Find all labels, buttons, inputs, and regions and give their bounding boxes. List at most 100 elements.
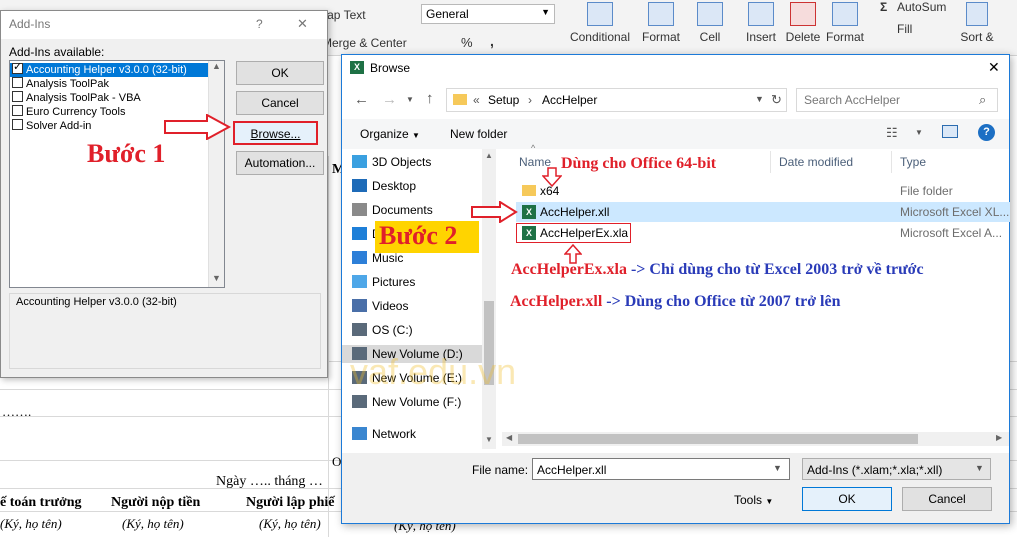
tree-item[interactable]: Documents xyxy=(352,201,433,219)
sort-filter-icon xyxy=(966,2,988,26)
step1-label: Bước 1 xyxy=(87,139,166,168)
tree-item[interactable]: 3D Objects xyxy=(352,153,431,171)
chevron-down-icon[interactable]: ▼ xyxy=(975,463,984,473)
comma-button[interactable]: , xyxy=(490,33,494,49)
help-icon[interactable]: ? xyxy=(256,17,263,31)
delete-button[interactable]: Delete xyxy=(783,2,823,44)
tree-item-label: New Volume (F:) xyxy=(372,395,462,409)
checkbox[interactable] xyxy=(12,60,23,74)
sort-filter-button[interactable]: Sort & xyxy=(960,2,994,44)
conditional-formatting-button[interactable]: Conditional xyxy=(565,2,635,44)
browse-cancel-button[interactable]: Cancel xyxy=(902,487,992,511)
file-row-x64[interactable]: x64 File folder xyxy=(516,181,1010,201)
cell-styles-label: Cell xyxy=(699,30,721,44)
new-folder-button[interactable]: New folder xyxy=(450,127,507,141)
excel-addin-icon: X xyxy=(522,205,536,219)
videos-icon xyxy=(352,299,367,312)
tree-item-label: Pictures xyxy=(372,275,416,289)
file-name: AccHelperEx.xla xyxy=(540,226,629,240)
help-icon[interactable]: ? xyxy=(978,124,995,141)
address-bar[interactable]: « Setup › AccHelper ▼ ↻ xyxy=(446,88,787,112)
conditional-formatting-icon xyxy=(587,2,613,26)
chevron-down-icon[interactable]: ▼ xyxy=(755,94,764,104)
scroll-down-icon[interactable]: ▼ xyxy=(485,435,493,444)
scroll-left-icon[interactable]: ◀ xyxy=(506,433,512,442)
format-button[interactable]: Format xyxy=(824,2,866,44)
insert-button[interactable]: Insert xyxy=(740,2,782,44)
breadcrumb-overflow[interactable]: « xyxy=(473,93,480,107)
browse-dialog: X Browse ✕ ← → ▼ ↑ « Setup › AccHelper ▼… xyxy=(341,54,1010,524)
organize-button[interactable]: Organize ▼ xyxy=(360,127,420,141)
tree-item[interactable]: Videos xyxy=(352,297,408,315)
browse-ok-button[interactable]: OK xyxy=(802,487,892,511)
forward-arrow-icon[interactable]: → xyxy=(382,91,397,108)
tree-item[interactable]: Network xyxy=(352,425,416,443)
fill-button[interactable]: Fill xyxy=(897,22,912,36)
addin-list-item[interactable]: Analysis ToolPak xyxy=(10,77,224,91)
scroll-up-icon[interactable]: ▲ xyxy=(212,61,221,71)
chevron-down-icon[interactable]: ▼ xyxy=(773,463,782,473)
checkbox[interactable] xyxy=(12,119,23,130)
tree-item[interactable]: Desktop xyxy=(352,177,416,195)
cell-styles-button[interactable]: Cell xyxy=(690,2,730,44)
addins-automation-button[interactable]: Automation... xyxy=(236,151,324,175)
file-type: Microsoft Excel XL... xyxy=(900,205,1010,219)
file-list-scrollbar[interactable]: ◀ ▶ xyxy=(502,432,1009,446)
file-row-acchelper-xll[interactable]: X AccHelper.xll Microsoft Excel XL... xyxy=(516,202,1010,222)
tools-button[interactable]: Tools ▼ xyxy=(734,493,773,507)
addins-scrollbar[interactable]: ▲ ▼ xyxy=(208,61,224,287)
addin-list-item[interactable]: Analysis ToolPak - VBA xyxy=(10,91,224,105)
back-arrow-icon[interactable]: ← xyxy=(354,91,369,108)
file-name-input[interactable]: AccHelper.xll ▼ xyxy=(532,458,790,480)
breadcrumb-setup[interactable]: Setup xyxy=(488,93,519,107)
network-icon xyxy=(352,427,367,440)
scroll-up-icon[interactable]: ▲ xyxy=(485,151,493,160)
addins-cancel-button[interactable]: Cancel xyxy=(236,91,324,115)
merge-center-button[interactable]: Merge & Center xyxy=(322,36,407,50)
column-type-header[interactable]: Type xyxy=(900,155,926,169)
format-as-table-button[interactable]: Format xyxy=(638,2,684,44)
column-date-header[interactable]: Date modified xyxy=(779,155,853,169)
addins-ok-button[interactable]: OK xyxy=(236,61,324,85)
sort-up-icon: ^ xyxy=(531,143,536,153)
addins-available-label: Add-Ins available: xyxy=(9,45,105,59)
delete-label: Delete xyxy=(785,30,821,44)
format-table-label: Format xyxy=(641,30,680,44)
navigation-scrollbar[interactable]: ▲ ▼ xyxy=(482,149,496,449)
tree-item[interactable]: New Volume (F:) xyxy=(352,393,462,411)
checkbox[interactable] xyxy=(12,91,23,102)
addins-listbox[interactable]: Accounting Helper v3.0.0 (32-bit) Analysi… xyxy=(9,60,225,288)
search-icon[interactable]: ⌕ xyxy=(979,92,986,108)
checkbox[interactable] xyxy=(12,77,23,88)
insert-label: Insert xyxy=(745,30,776,44)
close-icon[interactable]: ✕ xyxy=(988,59,1000,76)
checkbox[interactable] xyxy=(12,105,23,116)
refresh-icon[interactable]: ↻ xyxy=(771,92,782,108)
up-arrow-icon[interactable]: ↑ xyxy=(426,90,434,107)
scroll-thumb[interactable] xyxy=(518,434,918,444)
autosum-button[interactable]: AutoSum xyxy=(897,0,946,14)
percent-button[interactable]: % xyxy=(461,35,473,50)
chevron-down-icon[interactable]: ▼ xyxy=(915,128,923,137)
chevron-down-icon: ▼ xyxy=(412,131,420,140)
number-format-select[interactable]: General ▼ xyxy=(421,4,555,24)
file-type-filter-select[interactable]: Add-Ins (*.xlam;*.xla;*.xll) ▼ xyxy=(802,458,991,480)
scroll-down-icon[interactable]: ▼ xyxy=(212,273,221,283)
breadcrumb-acchelper[interactable]: AccHelper xyxy=(542,93,597,107)
tree-item-label: Music xyxy=(372,251,404,265)
search-input[interactable]: Search AccHelper ⌕ xyxy=(796,88,998,112)
preview-pane-icon[interactable] xyxy=(942,125,958,138)
tree-item[interactable]: Pictures xyxy=(352,273,416,291)
scroll-right-icon[interactable]: ▶ xyxy=(996,433,1002,442)
file-row-acchelperex-xla[interactable]: X AccHelperEx.xla Microsoft Excel A... xyxy=(516,223,1010,243)
chevron-down-icon[interactable]: ▼ xyxy=(406,95,414,104)
view-options-icon[interactable]: ☷ xyxy=(886,125,898,141)
addins-title: Add-Ins xyxy=(9,17,51,31)
addin-list-item[interactable]: Accounting Helper v3.0.0 (32-bit) xyxy=(10,60,224,77)
navigation-pane[interactable]: 3D ObjectsDesktopDocumentsDownloadsMusic… xyxy=(342,149,482,449)
close-icon[interactable]: ✕ xyxy=(297,16,308,32)
file-type: File folder xyxy=(900,184,953,198)
excel-icon: X xyxy=(350,61,364,74)
tree-item[interactable]: OS (C:) xyxy=(352,321,413,339)
addins-browse-button[interactable]: Browse... xyxy=(233,121,318,145)
